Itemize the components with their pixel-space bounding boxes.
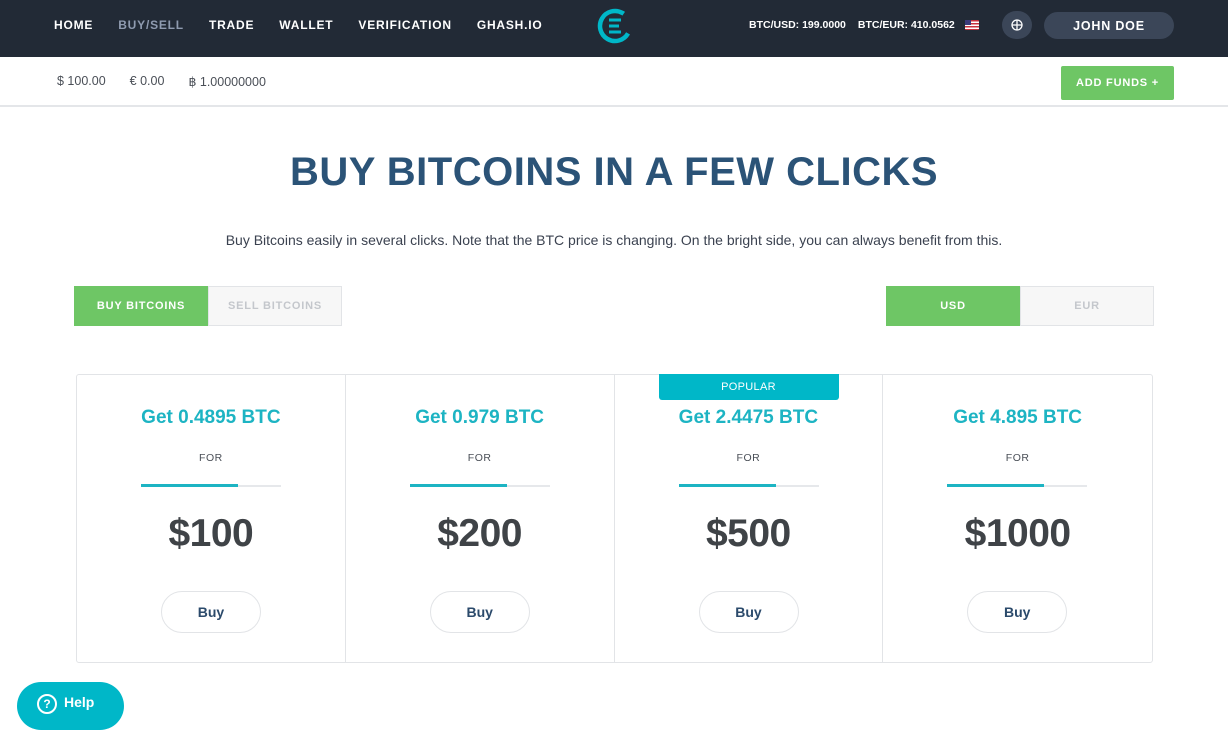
offer-buy-button[interactable]: Buy: [698, 591, 799, 633]
exchange-rates: BTC/USD: 199.0000 BTC/EUR: 410.0562: [749, 0, 979, 50]
offer-price: $200: [437, 512, 522, 555]
offer-buy-button[interactable]: Buy: [161, 591, 261, 633]
help-label: Help: [64, 694, 95, 710]
offer-for-label: FOR: [1005, 452, 1030, 464]
help-button[interactable]: ? Help: [17, 682, 124, 730]
offer-btc-amount: Get 4.895 BTC: [953, 407, 1083, 428]
balance-usd: $ 100.00: [57, 74, 106, 88]
globe-icon: [1011, 19, 1023, 31]
popular-badge: POPULAR: [658, 374, 839, 400]
page-subtitle: Buy Bitcoins easily in several clicks. N…: [225, 232, 1003, 248]
offer-for-label: FOR: [736, 452, 761, 464]
globe-button[interactable]: [1002, 11, 1032, 39]
cex-logo-icon[interactable]: [597, 8, 633, 44]
balances: $ 100.00 € 0.00 ฿ 1.00000000: [57, 74, 290, 89]
offer-divider: [678, 484, 819, 487]
nav-buy-sell[interactable]: BUY/SELL: [118, 18, 184, 32]
currency-toggle: USD EUR: [886, 286, 1154, 326]
buy-sell-toggle: BUY BITCOINS SELL BITCOINS: [74, 286, 342, 326]
currency-eur-tab[interactable]: EUR: [1020, 286, 1154, 326]
offer-price: $100: [168, 512, 254, 555]
rate-btc-usd: BTC/USD: 199.0000: [749, 19, 846, 31]
offer-buy-button[interactable]: Buy: [429, 591, 530, 633]
buy-bitcoins-tab[interactable]: BUY BITCOINS: [74, 286, 208, 326]
offer-for-label: FOR: [467, 452, 492, 464]
offer-divider: [409, 484, 550, 487]
page-title: BUY BITCOINS IN A FEW CLICKS: [289, 150, 939, 194]
rate-btc-eur: BTC/EUR: 410.0562: [857, 19, 955, 31]
balance-eur: € 0.00: [129, 74, 165, 88]
offer-cards: Get 0.4895 BTC FOR $100 Buy Get 0.979 BT…: [76, 374, 1153, 663]
add-funds-button[interactable]: ADD FUNDS +: [1061, 66, 1174, 100]
offer-price: $500: [705, 512, 791, 555]
nav-home[interactable]: HOME: [54, 18, 93, 32]
offer-btc-amount: Get 0.4895 BTC: [141, 407, 281, 428]
user-menu-button[interactable]: JOHN DOE: [1044, 12, 1174, 39]
us-flag-icon[interactable]: [964, 20, 979, 30]
offer-price: $1000: [964, 512, 1071, 555]
nav-ghash[interactable]: GHASH.IO: [477, 18, 543, 32]
currency-usd-tab[interactable]: USD: [886, 286, 1020, 326]
offer-for-label: FOR: [199, 452, 223, 464]
top-navigation-bar: HOME BUY/SELL TRADE WALLET VERIFICATION …: [0, 0, 1228, 57]
question-icon: ?: [37, 694, 57, 714]
offer-buy-button[interactable]: Buy: [967, 591, 1068, 633]
offer-card: Get 4.895 BTC FOR $1000 Buy: [883, 375, 1152, 662]
offer-divider: [141, 484, 281, 487]
sell-bitcoins-tab[interactable]: SELL BITCOINS: [208, 286, 342, 326]
offer-divider: [947, 484, 1088, 487]
offer-card: Get 0.4895 BTC FOR $100 Buy: [77, 375, 346, 662]
nav-trade[interactable]: TRADE: [209, 18, 254, 32]
main-nav: HOME BUY/SELL TRADE WALLET VERIFICATION …: [54, 0, 568, 50]
nav-verification[interactable]: VERIFICATION: [358, 18, 451, 32]
offer-card: Get 0.979 BTC FOR $200 Buy: [346, 375, 615, 662]
offer-btc-amount: Get 2.4475 BTC: [678, 407, 819, 428]
offer-btc-amount: Get 0.979 BTC: [415, 407, 545, 428]
balance-btc: ฿ 1.00000000: [188, 75, 266, 89]
nav-wallet[interactable]: WALLET: [279, 18, 333, 32]
balance-bar: $ 100.00 € 0.00 ฿ 1.00000000 ADD FUNDS +: [0, 57, 1228, 107]
offer-card-popular: POPULAR Get 2.4475 BTC FOR $500 Buy: [615, 374, 884, 662]
